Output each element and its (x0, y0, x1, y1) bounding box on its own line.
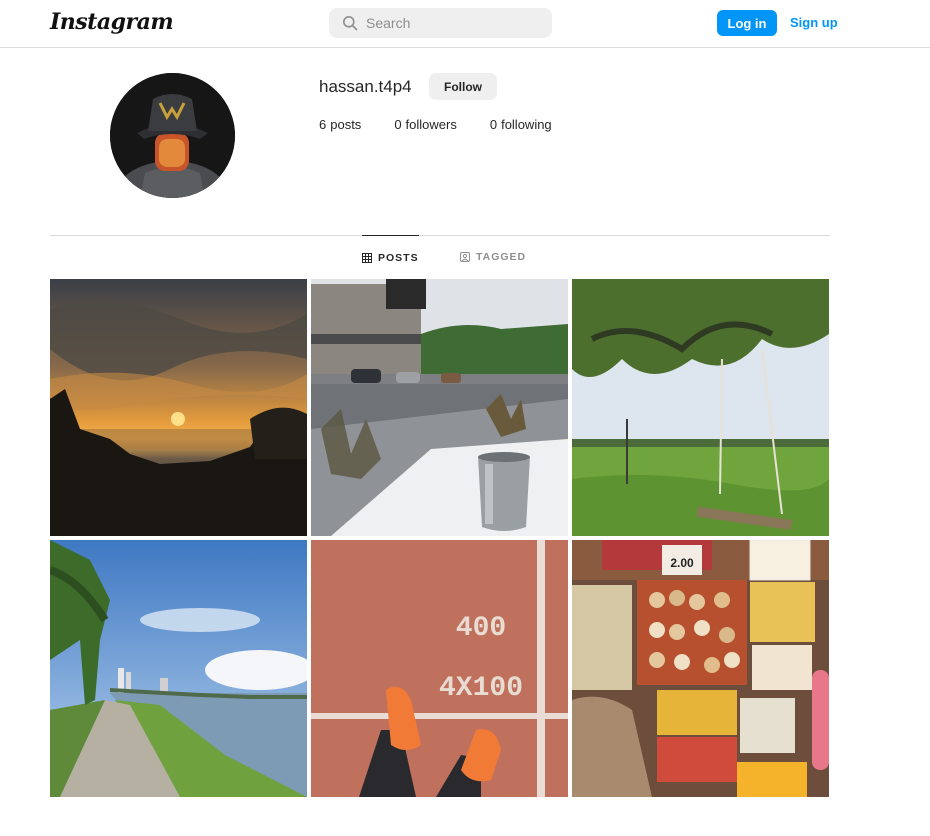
posts-grid: 400 4X100 2.00 (50, 279, 830, 797)
profile-username: hassan.t4p4 (319, 77, 412, 96)
tagged-icon (460, 252, 470, 262)
search-input[interactable] (366, 15, 536, 31)
search-box[interactable] (329, 8, 552, 38)
tab-posts-label: POSTS (378, 251, 419, 264)
avatar-image (110, 73, 235, 198)
post-image: 400 4X100 (311, 540, 568, 797)
track-marking-400: 400 (456, 613, 506, 644)
follow-button[interactable]: Follow (429, 73, 497, 100)
grid-icon (362, 252, 372, 263)
tab-tagged[interactable]: TAGGED (460, 235, 526, 279)
profile-avatar[interactable] (110, 73, 235, 198)
post-thumbnail[interactable] (50, 540, 307, 797)
tab-posts[interactable]: POSTS (362, 235, 419, 279)
post-image (50, 540, 307, 797)
post-thumbnail[interactable]: 2.00 (572, 540, 829, 797)
posts-stat: 6 posts (319, 117, 361, 132)
post-thumbnail[interactable] (50, 279, 307, 536)
post-thumbnail[interactable] (311, 279, 568, 536)
post-image (572, 279, 829, 536)
post-image (50, 279, 307, 536)
search-icon (343, 16, 358, 31)
post-thumbnail[interactable]: 400 4X100 (311, 540, 568, 797)
post-image: 2.00 (572, 540, 829, 797)
followers-label: followers (405, 117, 457, 132)
post-image (311, 279, 568, 536)
followers-stat[interactable]: 0 followers (394, 117, 457, 132)
instagram-logo[interactable]: Instagram (50, 9, 174, 35)
signup-link[interactable]: Sign up (790, 15, 838, 30)
followers-count: 0 (394, 117, 402, 132)
top-navigation-bar: Instagram Log in Sign up (0, 0, 930, 48)
post-thumbnail[interactable] (572, 279, 829, 536)
posts-count: 6 (319, 117, 327, 132)
login-button[interactable]: Log in (717, 10, 777, 36)
tab-tagged-label: TAGGED (476, 251, 527, 263)
posts-label: posts (330, 117, 362, 132)
price-tag-text: 2.00 (670, 556, 694, 570)
following-stat[interactable]: 0 following (490, 117, 552, 132)
following-label: following (501, 117, 552, 132)
track-marking-4x100: 4X100 (439, 673, 523, 704)
tabs-divider (50, 235, 830, 236)
following-count: 0 (489, 117, 498, 132)
profile-stats: 6 posts 0 followers 0 following (319, 117, 552, 132)
